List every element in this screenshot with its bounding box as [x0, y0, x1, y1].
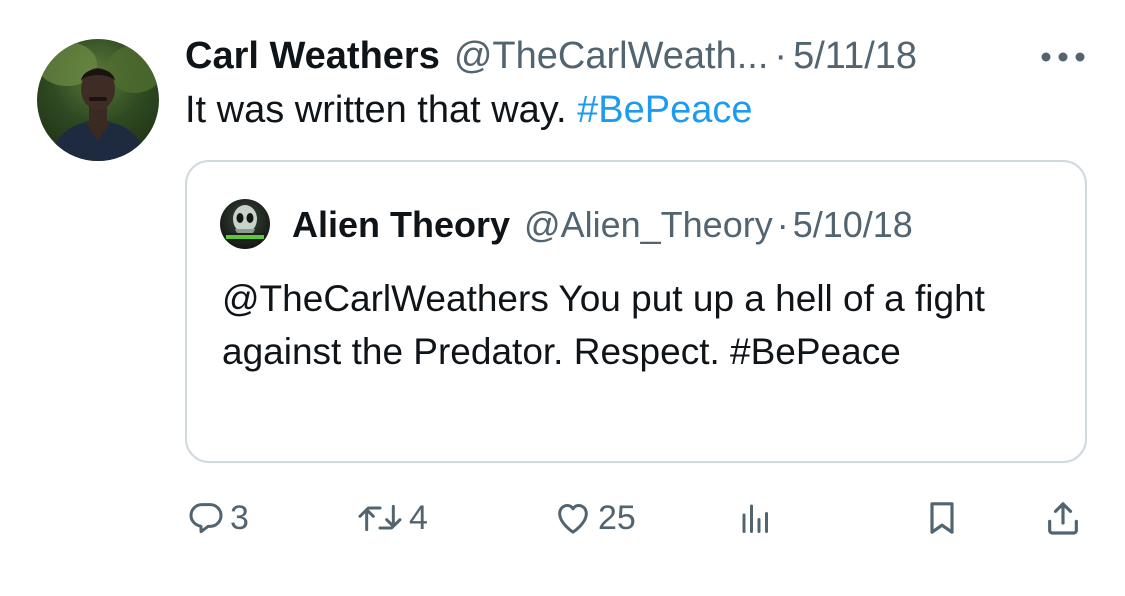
author-name[interactable]: Carl Weathers — [185, 35, 440, 78]
retweet-icon — [358, 504, 402, 532]
share-button[interactable] — [1043, 490, 1083, 546]
views-button[interactable] — [738, 490, 774, 546]
like-icon — [558, 504, 588, 534]
more-icon — [1041, 52, 1085, 62]
quoted-tweet-header: Alien Theory @Alien_Theory · 5/10/18 — [292, 202, 913, 248]
tweet-date[interactable]: 5/11/18 — [793, 35, 917, 78]
tweet-text-plain: It was written that way. — [185, 89, 567, 131]
tweet-header: Carl Weathers @TheCarlWeath... · 5/11/18 — [185, 30, 917, 82]
quoted-tweet-text: @TheCarlWeathers You put up a hell of a … — [222, 278, 985, 372]
author-handle[interactable]: @TheCarlWeath... — [454, 35, 769, 78]
quoted-tweet-card[interactable]: Alien Theory @Alien_Theory · 5/10/18 @Th… — [185, 160, 1087, 463]
quoted-header-separator: · — [776, 204, 789, 245]
share-icon — [1048, 502, 1078, 535]
alien-logo-icon — [224, 205, 266, 241]
reply-button[interactable]: 3 — [186, 490, 249, 546]
tweet-text: It was written that way. #BePeace — [185, 84, 752, 136]
views-icon — [742, 504, 768, 533]
retweet-button[interactable]: 4 — [355, 490, 428, 546]
like-count: 25 — [598, 498, 636, 537]
retweet-count: 4 — [409, 498, 428, 537]
quoted-author-avatar[interactable] — [220, 199, 270, 249]
tweet-action-bar: 3 4 25 — [0, 490, 1125, 546]
quoted-tweet-date[interactable]: 5/10/18 — [793, 204, 913, 246]
bookmark-icon — [930, 502, 954, 534]
reply-count: 3 — [230, 498, 249, 537]
reply-icon — [189, 503, 223, 534]
like-button[interactable]: 25 — [552, 490, 636, 546]
bookmark-button[interactable] — [922, 490, 962, 546]
quoted-author-name[interactable]: Alien Theory — [292, 204, 510, 246]
hashtag-link[interactable]: #BePeace — [577, 89, 752, 131]
author-avatar-image — [37, 42, 159, 161]
quoted-author-handle[interactable]: @Alien_Theory — [524, 204, 773, 246]
header-separator: · — [774, 34, 788, 77]
more-options-button[interactable] — [1038, 42, 1088, 72]
author-avatar[interactable] — [37, 39, 159, 161]
